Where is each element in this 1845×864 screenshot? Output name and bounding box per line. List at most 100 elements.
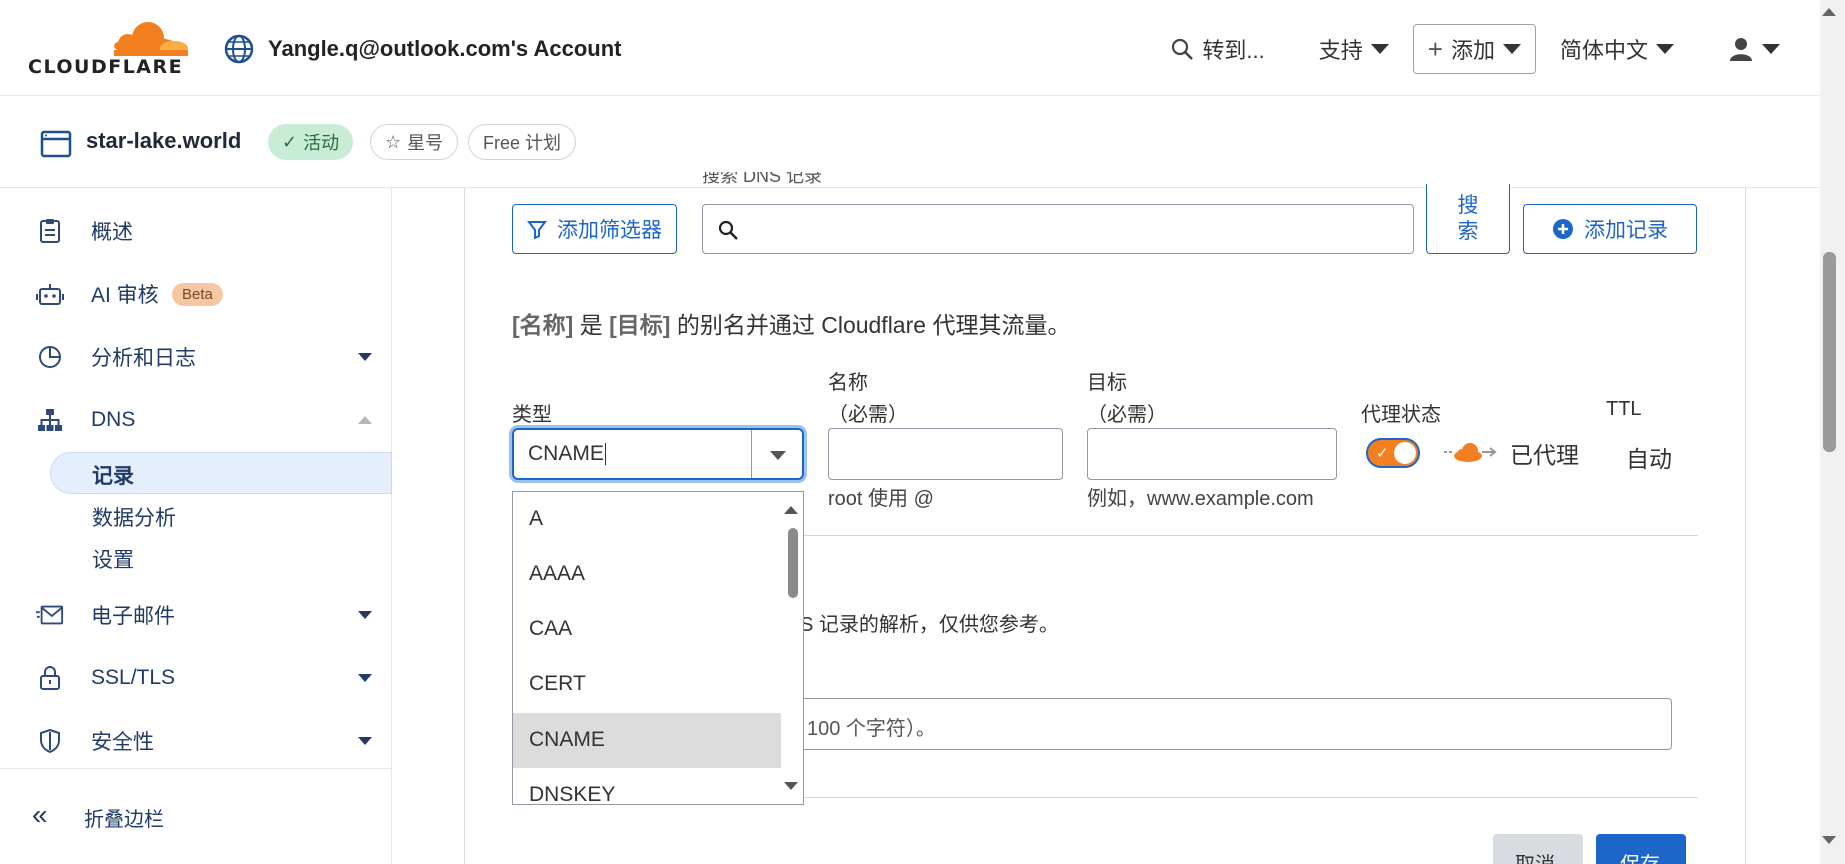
add-filter-button[interactable]: 添加筛选器: [512, 204, 677, 254]
sidebar-item-label: SSL/TLS: [91, 666, 176, 689]
page-scroll-thumb[interactable]: [1823, 252, 1836, 452]
status-badge: ✓ 活动: [268, 124, 354, 160]
sidebar-item-overview[interactable]: 概述: [0, 207, 392, 255]
name-hint: root 使用 @: [828, 488, 934, 510]
goto-button[interactable]: 转到...: [1170, 33, 1265, 65]
dropdown-option-dnskey[interactable]: DNSKEY: [513, 768, 781, 804]
cloudflare-logo[interactable]: CLOUDFLARE: [28, 18, 188, 78]
header-actions: 转到... 支持 + 添加 简体中文: [1170, 24, 1780, 74]
dropdown-scrollbar[interactable]: [781, 492, 803, 804]
dropdown-option-a[interactable]: A: [513, 492, 781, 547]
search-label: 搜索 DNS 记录: [702, 172, 823, 184]
sidebar-item-ai-audit[interactable]: AI 审核 Beta: [0, 270, 392, 318]
star-button[interactable]: ☆ 星号: [370, 124, 459, 160]
double-chevron-left-icon: «: [32, 799, 48, 830]
browser-window-icon: [40, 130, 72, 158]
language-menu[interactable]: 简体中文: [1560, 33, 1674, 65]
type-select[interactable]: CNAME: [512, 428, 804, 480]
save-button[interactable]: 保存: [1596, 834, 1686, 864]
beta-badge: Beta: [172, 282, 223, 306]
dropdown-scroll-thumb[interactable]: [788, 528, 798, 598]
add-menu-button[interactable]: + 添加: [1412, 24, 1536, 74]
name-required: （必需）: [828, 404, 908, 426]
sidebar-item-dns[interactable]: DNS: [0, 396, 392, 444]
chevron-down-icon: [358, 611, 372, 619]
proxy-status-label: 代理状态: [1361, 404, 1441, 426]
user-menu[interactable]: [1728, 36, 1780, 62]
scroll-down-icon[interactable]: [1822, 836, 1836, 844]
add-label: 添加: [1450, 38, 1495, 63]
support-menu[interactable]: 支持: [1319, 33, 1389, 65]
star-label: 星号: [407, 133, 444, 153]
zone-name[interactable]: star-lake.world: [86, 128, 241, 154]
search-button[interactable]: 搜索: [1426, 184, 1510, 254]
globe-icon: [224, 34, 254, 64]
cancel-button[interactable]: 取消: [1493, 834, 1583, 864]
check-icon: ✓: [1376, 445, 1389, 462]
add-record-button[interactable]: 添加记录: [1523, 204, 1697, 254]
select-divider: [751, 430, 752, 478]
dns-search-input[interactable]: [702, 204, 1414, 254]
dropdown-option-cname[interactable]: CNAME: [513, 713, 781, 768]
sitemap-icon: [36, 406, 64, 434]
sidebar-item-label: 电子邮件: [91, 605, 175, 628]
sidebar-subitem-settings[interactable]: 设置: [92, 544, 134, 574]
plan-badge[interactable]: Free 计划: [468, 124, 577, 160]
toggle-knob: [1394, 442, 1416, 464]
search-icon: [1172, 38, 1194, 60]
scroll-down-icon[interactable]: [784, 782, 798, 790]
cancel-label: 取消: [1515, 854, 1555, 864]
account-switcher[interactable]: Yangle.q@outlook.com's Account: [224, 34, 621, 64]
target-input[interactable]: [1087, 428, 1337, 480]
record-description: [名称] 是 [目标] 的别名并通过 Cloudflare 代理其流量。: [512, 306, 1070, 340]
proxied-cloud-icon: [1444, 443, 1497, 462]
star-icon: ☆: [385, 131, 402, 152]
ttl-value[interactable]: 自动: [1626, 440, 1672, 474]
proxy-toggle[interactable]: ✓: [1366, 438, 1420, 468]
sidebar-item-analytics[interactable]: 分析和日志: [0, 333, 392, 381]
sidebar-item-ssl[interactable]: SSL/TLS: [0, 654, 392, 702]
dropdown-option-aaaa[interactable]: AAAA: [513, 547, 781, 602]
chevron-down-icon: [358, 737, 372, 745]
desc-text: 是: [573, 312, 610, 338]
add-filter-label: 添加筛选器: [557, 219, 662, 242]
scroll-up-icon[interactable]: [1822, 8, 1836, 16]
type-value-text: CNAME: [528, 442, 604, 465]
collapse-label: 折叠边栏: [84, 809, 164, 831]
scroll-up-icon[interactable]: [784, 506, 798, 514]
lock-icon: [36, 664, 64, 692]
proxy-status-value: 已代理: [1510, 442, 1579, 468]
collapse-sidebar-button[interactable]: « 折叠边栏: [0, 768, 392, 864]
plan-label: Free 计划: [483, 133, 562, 153]
cloud-logo-icon: [114, 22, 188, 56]
email-icon: [36, 601, 64, 629]
filter-icon: [527, 221, 547, 239]
desc-text: 的别名并通过 Cloudflare 代理其流量。: [670, 312, 1071, 338]
name-input[interactable]: [828, 428, 1063, 480]
dropdown-option-cert[interactable]: CERT: [513, 657, 781, 712]
sidebar-item-label: 分析和日志: [91, 347, 196, 370]
sidebar-item-label: 概述: [91, 221, 133, 244]
user-icon: [1730, 38, 1752, 61]
text-cursor: [604, 443, 606, 466]
search-icon: [718, 220, 738, 240]
sidebar-subitem-records[interactable]: 记录: [92, 460, 134, 490]
chevron-down-icon: [1762, 44, 1780, 54]
comment-placeholder: 100 个字符）。: [807, 718, 936, 740]
support-label: 支持: [1318, 38, 1363, 63]
sidebar-subitem-analytics[interactable]: 数据分析: [92, 502, 176, 532]
plus-icon: +: [1427, 34, 1443, 64]
dropdown-option-caa[interactable]: CAA: [513, 602, 781, 657]
sidebar-item-label: AI 审核: [91, 284, 159, 307]
chevron-down-icon[interactable]: [770, 451, 786, 460]
check-icon: ✓: [282, 131, 298, 152]
save-label: 保存: [1620, 854, 1660, 864]
add-record-label: 添加记录: [1584, 219, 1668, 242]
target-hint: 例如，www.example.com: [1087, 488, 1314, 510]
plus-circle-icon: [1553, 219, 1573, 239]
comment-input[interactable]: 100 个字符）。: [780, 698, 1672, 750]
sidebar-item-email[interactable]: 电子邮件: [0, 591, 392, 639]
sidebar-item-security[interactable]: 安全性: [0, 717, 392, 765]
type-dropdown-list[interactable]: A AAAA CAA CERT CNAME DNSKEY: [512, 491, 804, 805]
target-required: （必需）: [1087, 404, 1167, 426]
